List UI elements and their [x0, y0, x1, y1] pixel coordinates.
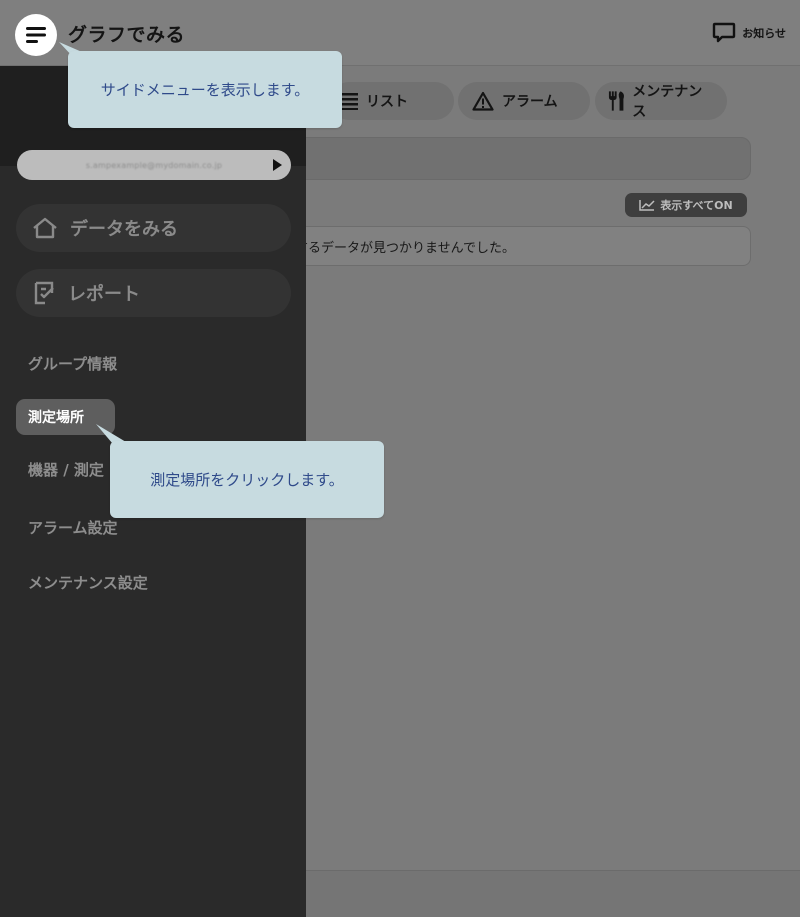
- callout-sidebar-menu: サイドメニューを表示します。: [68, 51, 342, 128]
- show-all-label: 表示すべてON: [660, 199, 733, 212]
- callout-click-place: 測定場所をクリックします。: [110, 441, 384, 518]
- home-icon: [33, 217, 57, 239]
- tab-list-label: リスト: [366, 94, 408, 110]
- nav-view-data[interactable]: データをみる: [16, 204, 291, 252]
- notice-label: お知らせ: [742, 27, 786, 40]
- callout-click-place-text: 測定場所をクリックします。: [150, 471, 344, 489]
- no-data-text: するデータが見つかりませんでした。: [295, 240, 515, 256]
- line-chart-icon: [639, 200, 655, 211]
- list-icon: [342, 93, 358, 110]
- search-bar[interactable]: [250, 137, 751, 180]
- tab-alarm-label: アラーム: [502, 94, 558, 110]
- nav-report-label: レポート: [68, 284, 140, 305]
- link-maintenance-settings[interactable]: メンテナンス設定: [28, 572, 148, 593]
- speech-bubble-icon: [713, 22, 736, 43]
- tab-alarm[interactable]: アラーム: [458, 82, 590, 120]
- account-selector[interactable]: s.ampexample@mydomain.co.jp: [17, 150, 291, 180]
- link-group-info[interactable]: グループ情報: [28, 353, 117, 374]
- tab-maintenance-label: メンテナンス: [632, 84, 703, 120]
- link-device-settings[interactable]: 機器 / 測定: [28, 459, 104, 480]
- hamburger-menu-icon: [26, 27, 46, 43]
- tools-icon: [608, 91, 624, 111]
- show-all-button[interactable]: 表示すべてON: [625, 193, 747, 217]
- warning-triangle-icon: [472, 91, 494, 111]
- menu-button[interactable]: [15, 14, 57, 56]
- no-data-message: するデータが見つかりませんでした。: [250, 226, 751, 266]
- account-email: s.ampexample@mydomain.co.jp: [85, 160, 223, 170]
- tab-maintenance[interactable]: メンテナンス: [595, 82, 727, 120]
- tab-list[interactable]: リスト: [330, 82, 454, 120]
- notice-button[interactable]: お知らせ: [712, 22, 786, 44]
- callout-sidebar-menu-text: サイドメニューを表示します。: [100, 81, 310, 99]
- nav-report[interactable]: レポート: [16, 269, 291, 317]
- link-alarm-settings[interactable]: アラーム設定: [28, 517, 118, 538]
- play-arrow-icon: [273, 159, 282, 171]
- report-icon: [34, 281, 54, 305]
- nav-view-data-label: データをみる: [70, 219, 178, 240]
